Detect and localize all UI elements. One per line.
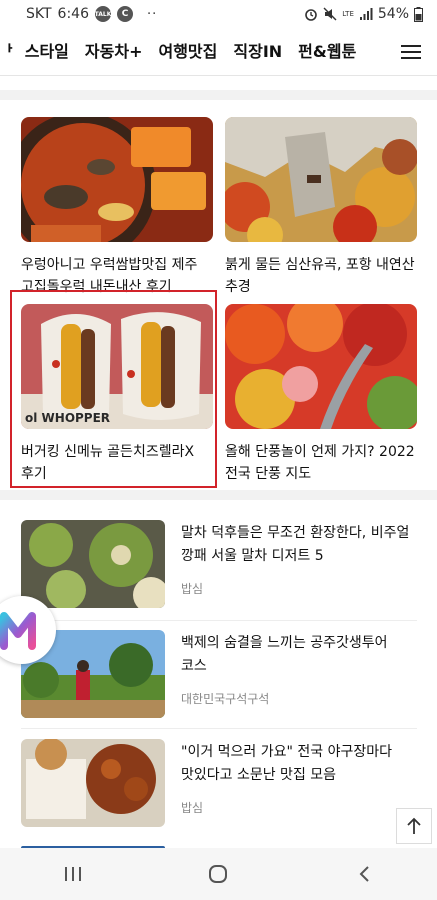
list-title[interactable]: 말차 덕후들은 무조건 환장한다, 비주얼 깡패 서울 말차 디저트 5 (181, 522, 417, 568)
alarm-icon (305, 9, 318, 21)
list-divider (21, 728, 417, 729)
status-bar: SKT 6:46 TALK C ·· LTE 54% (0, 0, 437, 28)
list-item[interactable]: "이거 먹으러 가요" 전국 야구장마다 맛있다고 소문난 맛집 모음 밥심 (21, 739, 417, 831)
section-divider (0, 490, 437, 500)
home-icon (209, 865, 228, 883)
tab-fun-webtoon[interactable]: 펀&웹툰 (290, 28, 364, 75)
c-app-icon: C (117, 6, 133, 22)
food-stew-image (21, 117, 213, 242)
tab-travel-food[interactable]: 여행맛집 (150, 28, 225, 75)
time-label: 6:46 (57, 6, 89, 22)
tab-style[interactable]: 스타일 (17, 28, 77, 75)
tab-partial[interactable]: ᅡ (0, 28, 17, 75)
grid-card[interactable]: 붉게 물든 심산유곡, 포항 내연산 추경 (225, 117, 419, 298)
system-navigation-bar (0, 848, 437, 900)
carrier-label: SKT (26, 6, 52, 22)
back-icon (359, 866, 369, 882)
tab-auto[interactable]: 자동차+ (77, 28, 151, 75)
signal-icon (359, 8, 373, 20)
more-notifications-icon: ·· (147, 6, 158, 22)
kakaotalk-icon: TALK (95, 6, 111, 22)
tab-work[interactable]: 직장IN (225, 28, 290, 75)
list-source: 밥심 (181, 582, 204, 596)
list-item[interactable]: 말차 덕후들은 무조건 환장한다, 비주얼 깡패 서울 말차 디저트 5 밥심 (21, 520, 417, 612)
category-nav: ᅡ 스타일 자동차+ 여행맛집 직장IN 펀&웹툰 (0, 28, 437, 76)
section-divider (0, 90, 437, 100)
autumn-cliff-image (225, 117, 417, 242)
category-tabs: ᅡ 스타일 자동차+ 여행맛집 직장IN 펀&웹툰 (0, 28, 387, 75)
battery-icon (414, 6, 423, 22)
list-title[interactable]: "이거 먹으러 가요" 전국 야구장마다 맛있다고 소문난 맛집 모음 (181, 741, 417, 787)
mute-icon (323, 7, 337, 21)
autumn-foliage-image (225, 304, 417, 429)
list-title[interactable]: 백제의 숨결을 느끼는 공주갓생투어 코스 (181, 632, 417, 678)
battery-label: 54% (377, 6, 409, 22)
hamburger-menu-icon[interactable] (401, 40, 425, 64)
list-source: 대한민국구석구석 (181, 692, 270, 706)
lte-indicator: LTE (342, 9, 354, 18)
card-title[interactable]: 붉게 물든 심산유곡, 포항 내연산 추경 (225, 254, 419, 298)
grid-card[interactable]: 우렁아니고 우럭쌈밥맛집 제주 고집돌우럭 내돈내산 후기 (21, 117, 215, 298)
grid-card[interactable]: 올해 단풍놀이 언제 가지? 2022 전국 단풍 지도 (225, 304, 419, 485)
ballpark-food-image (21, 739, 165, 827)
matcha-dessert-image (21, 520, 165, 608)
list-divider (21, 620, 417, 621)
card-title[interactable]: 올해 단풍놀이 언제 가지? 2022 전국 단풍 지도 (225, 441, 419, 485)
back-button[interactable] (344, 854, 384, 894)
selection-highlight (10, 290, 217, 488)
home-button[interactable] (198, 854, 238, 894)
recent-apps-button[interactable] (53, 854, 93, 894)
scroll-to-top-button[interactable] (396, 808, 432, 844)
arrow-up-icon (407, 817, 421, 834)
list-source: 밥심 (181, 801, 204, 815)
list-item[interactable]: 백제의 숨결을 느끼는 공주갓생투어 코스 대한민국구석구석 (21, 630, 417, 722)
recent-apps-icon (64, 867, 81, 881)
